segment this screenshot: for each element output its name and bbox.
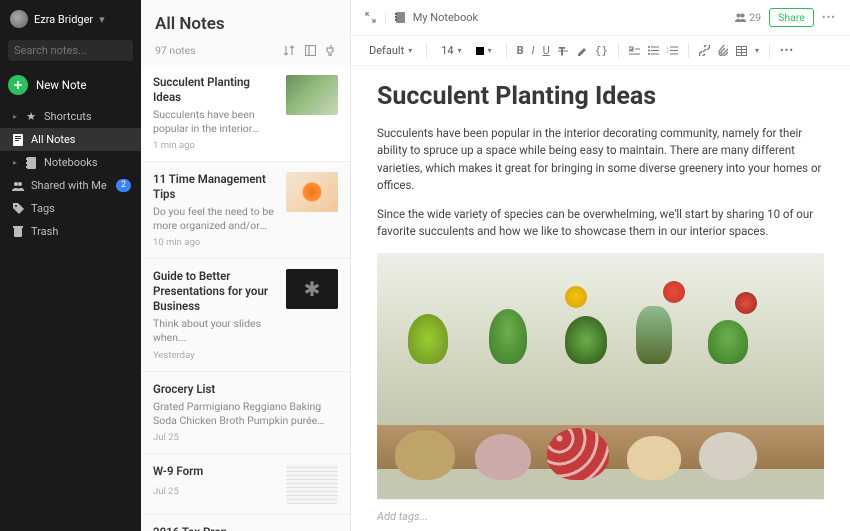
paragraph[interactable]: Succulents have been popular in the inte…	[377, 125, 824, 194]
font-color-select[interactable]: ▾	[472, 44, 496, 57]
list-header: All Notes	[141, 0, 350, 40]
notebook-name[interactable]: My Notebook	[413, 11, 478, 24]
attach-icon[interactable]	[718, 45, 728, 56]
note-item[interactable]: Succulent Planting Ideas Succulents have…	[141, 65, 350, 162]
expand-arrow-icon: ▸	[12, 112, 18, 121]
chevron-down-icon: ▾	[99, 13, 105, 26]
notes-scroll[interactable]: Succulent Planting Ideas Succulents have…	[141, 65, 350, 531]
note-excerpt: Succulents have been popular in the inte…	[153, 108, 278, 136]
note-excerpt: Think about your slides when...	[153, 317, 278, 345]
bold-icon[interactable]: B	[517, 44, 524, 57]
table-icon[interactable]	[736, 46, 747, 56]
trash-icon	[12, 226, 24, 237]
nav-all-notes[interactable]: All Notes	[0, 128, 141, 151]
new-note-button[interactable]: New Note	[8, 75, 133, 95]
people-icon	[12, 181, 24, 191]
chevron-down-icon: ▾	[458, 46, 462, 55]
note-time: Jul 25	[153, 486, 278, 497]
bullet-list-icon[interactable]	[648, 46, 659, 55]
checklist-icon[interactable]	[629, 46, 640, 56]
avatar	[10, 10, 28, 28]
shared-badge: 2	[116, 179, 131, 192]
note-thumbnail	[286, 269, 338, 309]
font-size-select[interactable]: 14 ▾	[437, 42, 465, 59]
nav-notebooks[interactable]: ▸ Notebooks	[0, 151, 141, 174]
notes-count: 97 notes	[155, 44, 196, 57]
nav-shortcuts[interactable]: ▸ ★ Shortcuts	[0, 105, 141, 128]
plus-icon	[8, 75, 28, 95]
note-time: Yesterday	[153, 350, 278, 361]
color-chip-icon	[476, 47, 484, 55]
tag-icon	[12, 203, 24, 214]
svg-text:2: 2	[667, 49, 669, 54]
editor-toolbar: Default ▾ 14 ▾ ▾ B I U T {} 12	[351, 36, 850, 66]
chevron-down-icon: ▾	[408, 46, 412, 55]
editor-top-bar: | My Notebook 29 Share •••	[351, 0, 850, 36]
note-title: 11 Time Management Tips	[153, 172, 278, 202]
list-subheader: 97 notes	[141, 40, 350, 65]
underline-icon[interactable]: U	[543, 44, 550, 57]
note-thumbnail	[286, 172, 338, 212]
paragraph[interactable]: Since the wide variety of species can be…	[377, 206, 824, 241]
note-excerpt: Grated Parmigiano Reggiano Baking Soda C…	[153, 400, 338, 428]
note-title[interactable]: Succulent Planting Ideas	[377, 82, 824, 111]
strike-icon[interactable]: T	[558, 46, 568, 56]
italic-icon[interactable]: I	[532, 44, 535, 57]
sidebar: Ezra Bridger ▾ New Note ▸ ★ Shortcuts Al…	[0, 0, 141, 531]
font-family-select[interactable]: Default ▾	[365, 42, 416, 59]
account-switcher[interactable]: Ezra Bridger ▾	[0, 0, 141, 34]
note-time: Jul 25	[153, 432, 338, 443]
sort-icon[interactable]	[283, 45, 295, 56]
nav-tags[interactable]: Tags	[0, 197, 141, 220]
highlight-icon[interactable]	[576, 46, 587, 56]
note-title: Guide to Better Presentations for your B…	[153, 269, 278, 314]
note-title: Grocery List	[153, 382, 338, 397]
note-thumbnail	[286, 464, 338, 504]
note-item[interactable]: Grocery List Grated Parmigiano Reggiano …	[141, 372, 350, 454]
nav-trash[interactable]: Trash	[0, 220, 141, 243]
note-icon	[12, 134, 24, 146]
notebook-icon[interactable]	[395, 12, 405, 23]
share-button[interactable]: Share	[769, 8, 814, 27]
editor-panel: | My Notebook 29 Share ••• Default ▾ 14 …	[351, 0, 850, 531]
search-input-wrap[interactable]	[8, 40, 133, 61]
note-thumbnail	[286, 75, 338, 115]
editor-content[interactable]: Succulent Planting Ideas Succulents have…	[351, 66, 850, 531]
more-format-icon[interactable]: •••	[780, 44, 794, 57]
expand-arrow-icon: ▸	[12, 158, 18, 167]
chevron-down-icon[interactable]: ▾	[755, 46, 759, 55]
note-time: 1 min ago	[153, 140, 278, 151]
filter-icon[interactable]	[326, 45, 336, 56]
chevron-down-icon: ▾	[488, 46, 492, 55]
list-title: All Notes	[155, 14, 336, 34]
hero-image	[377, 253, 824, 531]
note-item[interactable]: 2016 Tax Prep Questions for Marilyn: Whi…	[141, 515, 350, 531]
nav: ▸ ★ Shortcuts All Notes ▸ Notebooks Shar…	[0, 105, 141, 243]
code-icon[interactable]: {}	[595, 44, 608, 57]
search-input[interactable]	[14, 44, 154, 57]
nav-shared[interactable]: Shared with Me 2	[0, 174, 141, 197]
view-icon[interactable]	[305, 45, 316, 56]
note-excerpt: Do you feel the need to be more organize…	[153, 205, 278, 233]
expand-icon[interactable]	[365, 12, 376, 23]
add-tags-input[interactable]: Add tags...	[377, 499, 824, 531]
more-icon[interactable]: •••	[822, 11, 836, 24]
note-item[interactable]: 11 Time Management Tips Do you feel the …	[141, 162, 350, 259]
new-note-label: New Note	[36, 78, 86, 92]
note-item[interactable]: W-9 Form Jul 25	[141, 454, 350, 515]
star-icon: ★	[25, 110, 37, 123]
user-name: Ezra Bridger	[34, 13, 93, 26]
notebook-icon	[25, 157, 37, 169]
shared-count[interactable]: 29	[735, 11, 761, 24]
notes-list-panel: All Notes 97 notes Succulent Planting Id…	[141, 0, 351, 531]
note-title: 2016 Tax Prep	[153, 525, 338, 531]
note-title: Succulent Planting Ideas	[153, 75, 278, 105]
note-title: W-9 Form	[153, 464, 278, 479]
note-item[interactable]: Guide to Better Presentations for your B…	[141, 259, 350, 371]
number-list-icon[interactable]: 12	[667, 46, 678, 55]
note-time: 10 min ago	[153, 237, 278, 248]
link-icon[interactable]	[699, 45, 710, 56]
